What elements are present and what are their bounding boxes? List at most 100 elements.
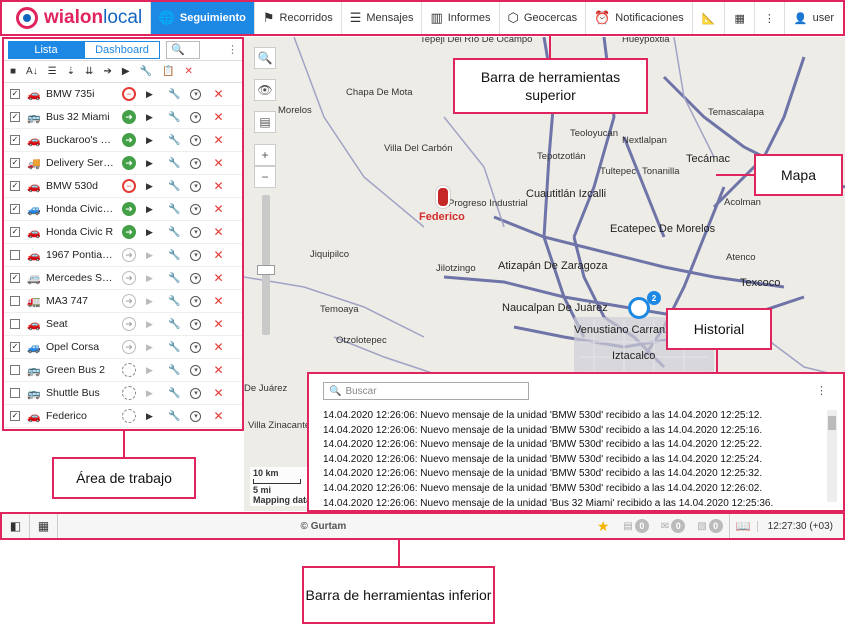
delete-icon[interactable]: ✕ [213, 386, 223, 400]
unit-row[interactable]: ✓ 🚌 Bus 32 Miami ➜ ▶ 🔧 ▾ ✕ [4, 106, 242, 129]
chevron-down-icon[interactable]: ▾ [190, 341, 202, 353]
unit-row[interactable]: ✓ 🚙 Opel Corsa ➜ ▶ 🔧 ▾ ✕ [4, 336, 242, 359]
nav-mensajes[interactable]: ☰ Mensajes [340, 2, 422, 34]
unit-checkbox[interactable]: ✓ [10, 411, 20, 421]
wrench-icon[interactable]: 🔧 [168, 319, 180, 330]
unit-state-icon[interactable]: ➜ [122, 133, 136, 147]
wrench-icon[interactable]: 🔧 [168, 89, 180, 100]
zoom-in-button[interactable]: + [254, 144, 276, 166]
chevron-down-icon[interactable]: ▾ [190, 226, 202, 238]
wrench-icon[interactable]: 🔧 [168, 181, 180, 192]
docs-button[interactable]: 📖 [728, 514, 757, 538]
unit-state-icon[interactable]: ➜ [122, 317, 136, 331]
play-icon[interactable]: ▶ [146, 365, 156, 376]
chevron-down-icon[interactable]: ▾ [190, 387, 202, 399]
unit-state-icon[interactable] [122, 386, 136, 400]
user-menu[interactable]: 👤 user [783, 2, 843, 34]
wrench-icon[interactable]: 🔧 [168, 250, 180, 261]
chevron-down-icon[interactable]: ▾ [190, 111, 202, 123]
car-marker-label[interactable]: Federico [419, 211, 465, 223]
play-icon[interactable]: ▶ [146, 135, 156, 146]
map-visibility-button[interactable]: 👁 [254, 79, 276, 101]
measure-tool-button[interactable]: 📐 [691, 2, 725, 34]
unit-state-icon[interactable]: ➜ [122, 271, 136, 285]
unit-row[interactable]: 🚌 Green Bus 2 ▶ 🔧 ▾ ✕ [4, 359, 242, 382]
properties-icon[interactable]: 🔧 [140, 66, 152, 77]
delete-icon[interactable]: ✕ [213, 271, 223, 285]
play-icon[interactable]: ▶ [146, 388, 156, 399]
group-list-icon[interactable]: ☰ [48, 66, 57, 77]
delete-icon[interactable]: ✕ [184, 66, 192, 77]
wrench-icon[interactable]: 🔧 [168, 227, 180, 238]
unit-state-icon[interactable] [122, 409, 136, 423]
wrench-icon[interactable]: 🔧 [168, 273, 180, 284]
play-icon[interactable]: ▶ [146, 273, 156, 284]
tab-list[interactable]: Lista [8, 40, 84, 59]
car-marker[interactable] [436, 186, 450, 208]
apps-grid-button[interactable]: ▦ [30, 514, 58, 538]
unit-name[interactable]: Opel Corsa [46, 341, 114, 353]
unit-name[interactable]: Buckaroo's ro... [46, 134, 114, 146]
zoom-out-button[interactable]: − [254, 166, 276, 188]
unit-checkbox[interactable] [10, 250, 20, 260]
unit-name[interactable]: Bus 32 Miami [46, 111, 114, 123]
unit-checkbox[interactable]: ✓ [10, 135, 20, 145]
unit-checkbox[interactable] [10, 296, 20, 306]
play-icon[interactable]: ▶ [146, 342, 156, 353]
panel-menu-button[interactable]: ⋮ [227, 43, 238, 56]
play-icon[interactable]: ▶ [146, 89, 156, 100]
unit-state-icon[interactable]: ➜ [122, 248, 136, 262]
nav-notificaciones[interactable]: ⏰ Notificaciones [585, 2, 692, 34]
command-icon[interactable]: ➔ [103, 66, 111, 77]
sort-az-icon[interactable]: A↓ [26, 66, 38, 77]
unit-row[interactable]: ✓ 🚗 BMW 530d − ▶ 🔧 ▾ ✕ [4, 175, 242, 198]
play-icon[interactable]: ▶ [146, 296, 156, 307]
unit-row[interactable]: 🚌 Shuttle Bus ▶ 🔧 ▾ ✕ [4, 382, 242, 405]
unit-row[interactable]: ✓ 🚗 Buckaroo's ro... ➜ ▶ 🔧 ▾ ✕ [4, 129, 242, 152]
unit-checkbox[interactable] [10, 365, 20, 375]
delete-icon[interactable]: ✕ [213, 409, 223, 423]
chevron-down-icon[interactable]: ▾ [190, 410, 202, 422]
wrench-icon[interactable]: 🔧 [168, 158, 180, 169]
unit-name[interactable]: Federico [46, 410, 114, 422]
unit-checkbox[interactable]: ✓ [10, 158, 20, 168]
wrench-icon[interactable]: 🔧 [168, 112, 180, 123]
unit-name[interactable]: Mercedes Sp... [46, 272, 114, 284]
unit-state-icon[interactable]: − [122, 87, 136, 101]
history-scrollbar[interactable] [827, 410, 837, 502]
unit-state-icon[interactable]: ➜ [122, 225, 136, 239]
wrench-icon[interactable]: 🔧 [168, 135, 180, 146]
unit-checkbox[interactable]: ✓ [10, 181, 20, 191]
unit-checkbox[interactable]: ✓ [10, 112, 20, 122]
unit-row[interactable]: ✓ 🚚 Delivery Serv... ➜ ▶ 🔧 ▾ ✕ [4, 152, 242, 175]
nav-informes[interactable]: ▥ Informes [421, 2, 498, 34]
unit-state-icon[interactable]: ➜ [122, 294, 136, 308]
nav-seguimiento[interactable]: 🌐 Seguimiento [149, 2, 254, 34]
delete-icon[interactable]: ✕ [213, 317, 223, 331]
chevron-down-icon[interactable]: ▾ [190, 318, 202, 330]
add-icon[interactable]: ⇣ [67, 66, 75, 77]
image-counter[interactable]: ▧ 0 [691, 519, 728, 533]
chevron-down-icon[interactable]: ▾ [190, 88, 202, 100]
chevron-down-icon[interactable]: ▾ [190, 364, 202, 376]
unit-name[interactable]: 1967 Pontiac ... [46, 249, 114, 261]
zoom-slider-handle[interactable] [257, 265, 275, 275]
unit-name[interactable]: Honda Civic R [46, 226, 114, 238]
unit-state-icon[interactable]: ➜ [122, 202, 136, 216]
unit-checkbox[interactable]: ✓ [10, 89, 20, 99]
delete-icon[interactable]: ✕ [213, 179, 223, 193]
unit-name[interactable]: Honda Civic ... [46, 203, 114, 215]
tab-dashboard[interactable]: Dashboard [84, 40, 160, 59]
play-icon[interactable]: ▶ [146, 204, 156, 215]
history-menu-button[interactable]: ⋮ [816, 384, 827, 397]
unit-row[interactable]: 🚗 Seat ➜ ▶ 🔧 ▾ ✕ [4, 313, 242, 336]
delete-icon[interactable]: ✕ [213, 156, 223, 170]
delete-icon[interactable]: ✕ [213, 225, 223, 239]
chevron-down-icon[interactable]: ▾ [190, 203, 202, 215]
unit-row[interactable]: ✓ 🚙 Honda Civic ... ➜ ▶ 🔧 ▾ ✕ [4, 198, 242, 221]
unit-name[interactable]: Green Bus 2 [46, 364, 114, 376]
unit-row[interactable]: ✓ 🚗 Federico ▶ 🔧 ▾ ✕ [4, 405, 242, 428]
show-all-icon[interactable]: ⇊ [85, 66, 93, 77]
unit-row[interactable]: ✓ 🚗 Honda Civic R ➜ ▶ 🔧 ▾ ✕ [4, 221, 242, 244]
chevron-down-icon[interactable]: ▾ [190, 157, 202, 169]
